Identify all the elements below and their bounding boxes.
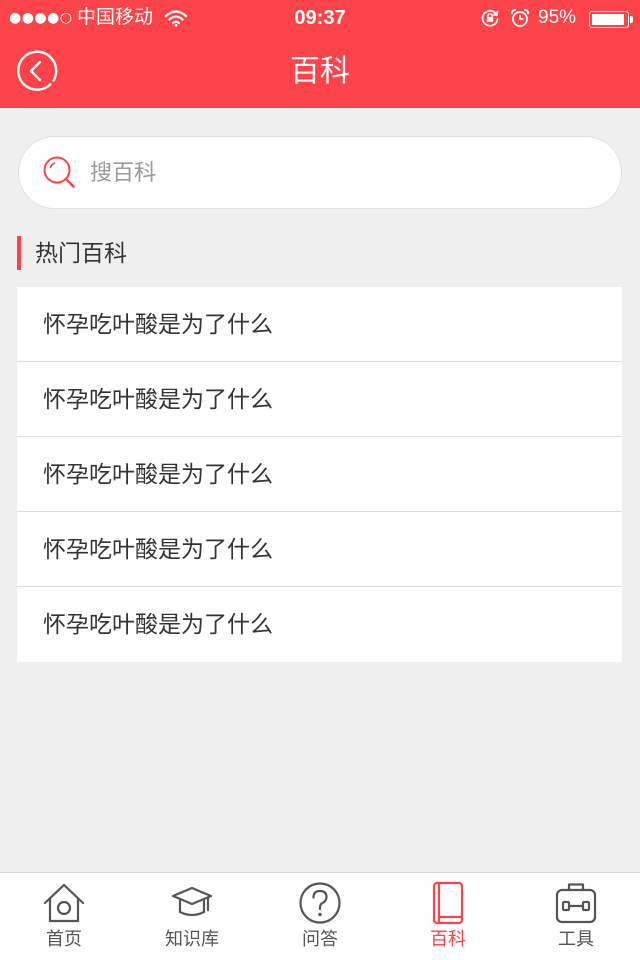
list-item-title: 怀孕吃叶酸是为了什么 <box>43 536 273 562</box>
alarm-icon <box>510 8 530 27</box>
status-bar: ●●●●○ 中国移动 09:37 95% <box>0 0 640 40</box>
list-item[interactable]: 怀孕吃叶酸是为了什么 <box>17 362 622 437</box>
toolbox-icon <box>555 883 597 924</box>
tab-tools[interactable]: 工具 <box>512 873 640 960</box>
search-input[interactable] <box>90 137 590 208</box>
list-item-title: 怀孕吃叶酸是为了什么 <box>43 611 273 637</box>
page-title: 百科 <box>290 55 350 88</box>
question-circle-icon <box>299 882 341 924</box>
nav-bar: 百科 <box>0 40 640 108</box>
wifi-icon <box>164 10 188 27</box>
tab-bar: 首页 知识库 问答 百科 工具 <box>0 872 640 960</box>
back-circle-icon <box>17 50 58 91</box>
carrier-name: 中国移动 <box>77 7 154 28</box>
tab-label: 工具 <box>558 929 594 949</box>
tab-label: 百科 <box>430 929 466 949</box>
list-item[interactable]: 怀孕吃叶酸是为了什么 <box>17 512 622 587</box>
section-title: 热门百科 <box>35 240 127 266</box>
battery-nub <box>630 16 633 23</box>
hot-articles-list: 怀孕吃叶酸是为了什么 怀孕吃叶酸是为了什么 怀孕吃叶酸是为了什么 怀孕吃叶酸是为… <box>17 287 622 662</box>
list-item[interactable]: 怀孕吃叶酸是为了什么 <box>17 437 622 512</box>
search-icon <box>43 156 75 188</box>
list-item-title: 怀孕吃叶酸是为了什么 <box>43 386 273 412</box>
tab-knowledge[interactable]: 知识库 <box>128 873 256 960</box>
book-icon <box>432 881 464 925</box>
tab-label: 首页 <box>46 929 82 949</box>
tab-home[interactable]: 首页 <box>0 873 128 960</box>
list-item[interactable]: 怀孕吃叶酸是为了什么 <box>17 287 622 362</box>
tab-label: 知识库 <box>165 929 219 949</box>
battery-fill <box>592 14 625 25</box>
signal-strength: ●●●●○ <box>9 10 73 26</box>
section-accent-bar <box>17 236 21 270</box>
back-button[interactable] <box>16 50 58 92</box>
tab-label: 问答 <box>302 929 338 949</box>
list-item[interactable]: 怀孕吃叶酸是为了什么 <box>17 587 622 662</box>
list-item-title: 怀孕吃叶酸是为了什么 <box>43 311 273 337</box>
tab-encyclopedia[interactable]: 百科 <box>384 873 512 960</box>
home-icon <box>43 883 85 923</box>
graduation-cap-icon <box>171 886 213 917</box>
battery-percentage: 95% <box>538 7 577 28</box>
list-item-title: 怀孕吃叶酸是为了什么 <box>43 461 273 487</box>
tab-qa[interactable]: 问答 <box>256 873 384 960</box>
clock-time: 09:37 <box>294 7 346 29</box>
orientation-lock-icon <box>481 9 499 27</box>
search-box[interactable] <box>18 136 622 209</box>
battery-icon <box>589 11 629 28</box>
